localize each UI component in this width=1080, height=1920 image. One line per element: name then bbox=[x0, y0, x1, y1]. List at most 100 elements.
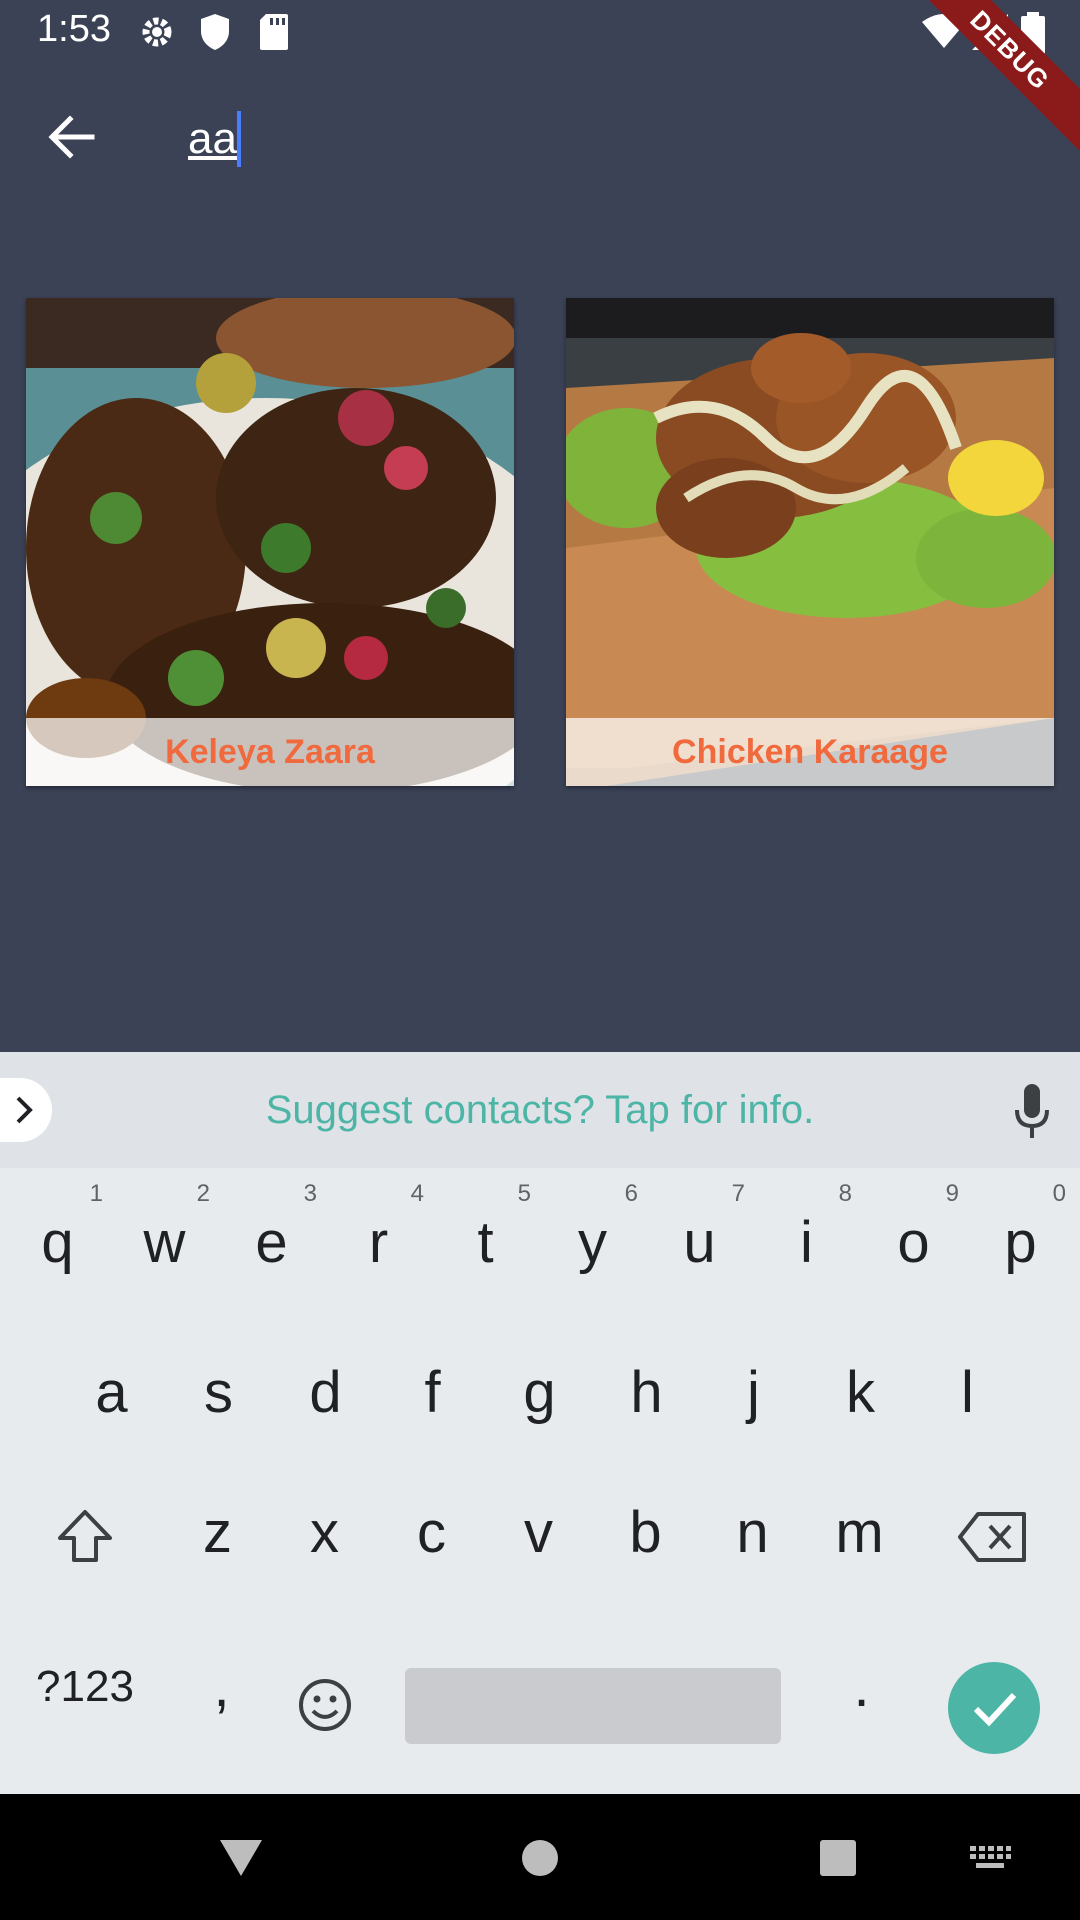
enter-key[interactable] bbox=[948, 1662, 1040, 1754]
suggestion-text[interactable]: Suggest contacts? Tap for info. bbox=[0, 1052, 1080, 1168]
key-e[interactable]: e3 bbox=[218, 1168, 325, 1318]
search-app-bar bbox=[0, 63, 1080, 203]
key-m[interactable]: m bbox=[806, 1458, 913, 1608]
key-number-hint: 4 bbox=[410, 1180, 424, 1207]
key-number-hint: 0 bbox=[1052, 1180, 1066, 1207]
settings-icon bbox=[142, 17, 172, 47]
keyboard-row-3: zxcvbnm bbox=[0, 1458, 1080, 1608]
key-number-hint: 9 bbox=[945, 1180, 959, 1207]
key-label: m bbox=[835, 1500, 884, 1565]
key-label: e bbox=[255, 1210, 288, 1275]
key-k[interactable]: k bbox=[807, 1318, 914, 1468]
key-l[interactable]: l bbox=[914, 1318, 1021, 1468]
key-o[interactable]: o9 bbox=[860, 1168, 967, 1318]
key-label: q bbox=[41, 1210, 74, 1275]
results-grid: Keleya Zaara Chicken Karaage bbox=[26, 298, 1054, 786]
key-i[interactable]: i8 bbox=[753, 1168, 860, 1318]
key-label: d bbox=[309, 1360, 342, 1425]
key-number-hint: 7 bbox=[731, 1180, 745, 1207]
key-label: x bbox=[310, 1500, 339, 1565]
soft-keyboard: Suggest contacts? Tap for info. q1w2e3r4… bbox=[0, 1052, 1080, 1794]
backspace-key-icon[interactable] bbox=[958, 1510, 1028, 1564]
key-q[interactable]: q1 bbox=[4, 1168, 111, 1318]
key-b[interactable]: b bbox=[592, 1458, 699, 1608]
key-label: u bbox=[683, 1210, 716, 1275]
key-u[interactable]: u7 bbox=[646, 1168, 753, 1318]
key-s[interactable]: s bbox=[165, 1318, 272, 1468]
key-x[interactable]: x bbox=[271, 1458, 378, 1608]
key-number-hint: 6 bbox=[624, 1180, 638, 1207]
key-label: y bbox=[578, 1210, 607, 1275]
key-label: j bbox=[747, 1360, 760, 1425]
result-title: Keleya Zaara bbox=[26, 718, 514, 786]
key-t[interactable]: t5 bbox=[432, 1168, 539, 1318]
key-number-hint: 1 bbox=[89, 1180, 103, 1207]
key-h[interactable]: h bbox=[593, 1318, 700, 1468]
period-key[interactable]: . bbox=[808, 1612, 915, 1762]
key-label: f bbox=[424, 1360, 441, 1425]
keleya-zaara-image bbox=[26, 298, 514, 786]
key-label: w bbox=[143, 1210, 186, 1275]
result-card-keleya-zaara[interactable]: Keleya Zaara bbox=[26, 298, 514, 786]
recents-nav-icon[interactable] bbox=[818, 1838, 858, 1878]
keyboard-row-2: asdfghjkl bbox=[0, 1318, 1080, 1468]
sd-card-icon bbox=[260, 14, 288, 50]
key-w[interactable]: w2 bbox=[111, 1168, 218, 1318]
key-g[interactable]: g bbox=[486, 1318, 593, 1468]
key-label: b bbox=[629, 1500, 662, 1565]
key-v[interactable]: v bbox=[485, 1458, 592, 1608]
result-card-chicken-karaage[interactable]: Chicken Karaage bbox=[566, 298, 1054, 786]
key-number-hint: 8 bbox=[838, 1180, 852, 1207]
key-j[interactable]: j bbox=[700, 1318, 807, 1468]
key-y[interactable]: y6 bbox=[539, 1168, 646, 1318]
key-label: i bbox=[800, 1210, 813, 1275]
keyboard-row-1: q1w2e3r4t5y6u7i8o9p0 bbox=[0, 1168, 1080, 1318]
key-f[interactable]: f bbox=[379, 1318, 486, 1468]
key-label: r bbox=[368, 1210, 389, 1275]
key-label: v bbox=[524, 1500, 553, 1565]
checkmark-icon bbox=[973, 1692, 1017, 1727]
key-p[interactable]: p0 bbox=[967, 1168, 1074, 1318]
comma-key[interactable]: , bbox=[168, 1612, 275, 1762]
status-time: 1:53 bbox=[37, 8, 111, 50]
status-bar: 1:53 bbox=[0, 0, 1080, 63]
key-label: c bbox=[417, 1500, 446, 1565]
text-cursor bbox=[237, 111, 241, 167]
key-a[interactable]: a bbox=[58, 1318, 165, 1468]
key-label: h bbox=[630, 1360, 663, 1425]
key-label: o bbox=[897, 1210, 930, 1275]
key-label: p bbox=[1004, 1210, 1037, 1275]
key-c[interactable]: c bbox=[378, 1458, 485, 1608]
search-input[interactable] bbox=[186, 103, 890, 175]
key-d[interactable]: d bbox=[272, 1318, 379, 1468]
key-z[interactable]: z bbox=[164, 1458, 271, 1608]
key-n[interactable]: n bbox=[699, 1458, 806, 1608]
keyboard-switch-icon[interactable] bbox=[968, 1844, 1012, 1872]
microphone-icon[interactable] bbox=[1012, 1082, 1052, 1142]
key-label: z bbox=[203, 1500, 232, 1565]
symbols-key[interactable]: ?123 bbox=[20, 1612, 150, 1762]
key-label: l bbox=[961, 1360, 974, 1425]
suggestion-strip[interactable]: Suggest contacts? Tap for info. bbox=[0, 1052, 1080, 1168]
shift-key-icon[interactable] bbox=[54, 1506, 116, 1568]
key-label: s bbox=[204, 1360, 233, 1425]
key-number-hint: 3 bbox=[303, 1180, 317, 1207]
result-title: Chicken Karaage bbox=[566, 718, 1054, 786]
key-label: k bbox=[846, 1360, 875, 1425]
home-nav-icon[interactable] bbox=[520, 1838, 560, 1878]
emoji-key[interactable] bbox=[297, 1677, 353, 1733]
emoji-icon bbox=[299, 1679, 351, 1731]
key-number-hint: 5 bbox=[517, 1180, 531, 1207]
chicken-karaage-image bbox=[566, 298, 1054, 786]
key-label: t bbox=[477, 1210, 494, 1275]
back-arrow-icon[interactable] bbox=[40, 105, 104, 169]
space-key[interactable] bbox=[405, 1668, 781, 1744]
key-r[interactable]: r4 bbox=[325, 1168, 432, 1318]
key-number-hint: 2 bbox=[196, 1180, 210, 1207]
key-label: n bbox=[736, 1500, 769, 1565]
key-label: a bbox=[95, 1360, 128, 1425]
back-nav-icon[interactable] bbox=[218, 1836, 264, 1878]
system-nav-bar bbox=[0, 1794, 1080, 1920]
shield-icon bbox=[201, 14, 229, 50]
key-label: g bbox=[523, 1360, 556, 1425]
